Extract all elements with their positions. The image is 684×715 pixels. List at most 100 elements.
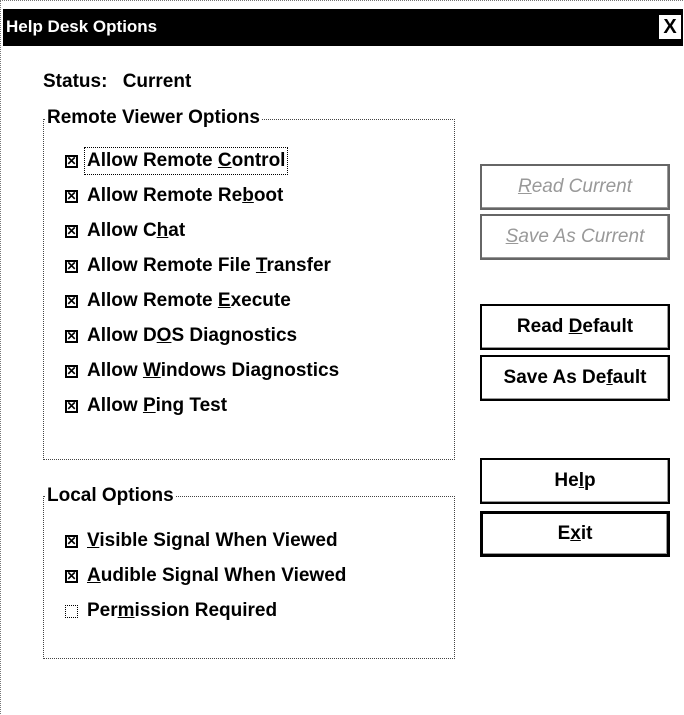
button-label: Save As Current: [506, 226, 645, 248]
label-text-start: E: [557, 523, 571, 544]
label-text-end: oot: [253, 185, 284, 206]
remote-viewer-options-title: Remote Viewer Options: [45, 107, 262, 129]
label-text-start: Allow D: [87, 325, 157, 346]
checkbox-label: Allow Remote Control: [83, 147, 289, 175]
label-text-end: ission Required: [134, 600, 278, 621]
button-label: Save As Default: [504, 367, 647, 389]
checkbox-label: Allow Windows Diagnostics: [87, 360, 339, 382]
read-default-button[interactable]: Read Default: [480, 304, 670, 350]
local-option-checkbox-row[interactable]: Audible Signal When Viewed: [65, 565, 346, 587]
mnemonic-letter: A: [87, 565, 101, 586]
remote-option-checkbox-row[interactable]: Allow Remote Reboot: [65, 185, 283, 207]
mnemonic-letter: P: [142, 395, 156, 416]
label-text-end: p: [583, 470, 596, 491]
checkbox-label: Audible Signal When Viewed: [87, 565, 346, 587]
mnemonic-letter: V: [87, 530, 100, 551]
checkbox-label: Allow Chat: [87, 220, 185, 242]
button-label: Read Current: [518, 176, 632, 198]
window-title: Help Desk Options: [6, 17, 158, 36]
status-line: Status: Current: [43, 71, 191, 93]
checkbox-label: Allow Remote Reboot: [87, 185, 283, 207]
label-text-start: Allow: [87, 395, 143, 416]
label-text-end: isible Signal When Viewed: [99, 530, 338, 551]
label-text-start: He: [554, 470, 579, 491]
label-text-start: Allow C: [87, 220, 157, 241]
checkbox-checked-icon[interactable]: [65, 329, 78, 343]
label-text-start: Allow: [87, 360, 143, 381]
mnemonic-letter: D: [568, 316, 583, 337]
label-text-end: ault: [612, 367, 647, 388]
label-text-end: ing Test: [155, 395, 228, 416]
checkbox-unchecked-icon[interactable]: [65, 604, 78, 618]
close-icon: X: [663, 16, 677, 38]
checkbox-checked-icon[interactable]: [65, 399, 78, 413]
label-text-end: ave As Current: [518, 226, 645, 247]
remote-option-checkbox-row[interactable]: Allow Windows Diagnostics: [65, 360, 339, 382]
button-label: Read Default: [517, 316, 633, 338]
checkbox-checked-icon[interactable]: [65, 569, 78, 583]
mnemonic-letter: x: [570, 523, 581, 544]
save-as-default-button[interactable]: Save As Default: [480, 355, 670, 401]
mnemonic-letter: h: [156, 220, 169, 241]
checkbox-label: Allow Remote File Transfer: [87, 255, 331, 277]
save-as-current-button[interactable]: Save As Current: [480, 214, 670, 260]
label-text-end: xecute: [230, 290, 291, 311]
label-text-end: S Diagnostics: [171, 325, 298, 346]
status-value: Current: [122, 71, 192, 92]
label-text-start: Allow Remote: [87, 290, 218, 311]
mnemonic-letter: S: [505, 226, 519, 247]
mnemonic-letter: E: [217, 290, 231, 311]
title-bar[interactable]: Help Desk Options X: [3, 9, 683, 46]
remote-option-checkbox-row[interactable]: Allow Ping Test: [65, 395, 227, 417]
button-label: Help: [554, 470, 595, 492]
label-text-start: Allow Remote Re: [87, 185, 243, 206]
checkbox-checked-icon[interactable]: [65, 154, 78, 168]
checkbox-checked-icon[interactable]: [65, 259, 78, 273]
close-button[interactable]: X: [659, 15, 681, 39]
mnemonic-letter: b: [242, 185, 254, 206]
checkbox-label: Allow Remote Execute: [87, 290, 291, 312]
remote-option-checkbox-row[interactable]: Allow Remote File Transfer: [65, 255, 331, 277]
checkbox-checked-icon[interactable]: [65, 224, 78, 238]
mnemonic-letter: R: [517, 176, 532, 197]
remote-option-checkbox-row[interactable]: Allow Remote Execute: [65, 290, 291, 312]
local-options-title: Local Options: [45, 485, 176, 507]
checkbox-label: Allow Ping Test: [87, 395, 227, 417]
local-option-checkbox-row[interactable]: Visible Signal When Viewed: [65, 530, 338, 552]
mnemonic-letter: T: [255, 255, 267, 276]
checkbox-label: Visible Signal When Viewed: [87, 530, 338, 552]
status-label: Status:: [43, 71, 108, 92]
mnemonic-letter: m: [117, 600, 135, 621]
checkbox-checked-icon[interactable]: [65, 534, 78, 548]
label-text-end: ransfer: [266, 255, 331, 276]
help-desk-options-dialog: Help Desk Options X Status: Current Remo…: [0, 0, 683, 714]
local-option-checkbox-row[interactable]: Permission Required: [65, 600, 277, 622]
exit-button[interactable]: Exit: [480, 511, 670, 557]
remote-option-checkbox-row[interactable]: Allow Chat: [65, 220, 185, 242]
button-label: Exit: [558, 523, 593, 545]
mnemonic-letter: O: [156, 325, 172, 346]
mnemonic-letter: W: [142, 360, 161, 381]
label-text-end: efault: [582, 316, 634, 337]
help-button[interactable]: Help: [480, 458, 670, 504]
label-text-end: ontrol: [231, 150, 286, 171]
checkbox-label: Permission Required: [87, 600, 277, 622]
label-text-end: indows Diagnostics: [160, 360, 340, 381]
remote-option-checkbox-row[interactable]: Allow Remote Control: [65, 147, 289, 175]
label-text-end: at: [168, 220, 186, 241]
remote-option-checkbox-row[interactable]: Allow DOS Diagnostics: [65, 325, 297, 347]
checkbox-checked-icon[interactable]: [65, 294, 78, 308]
label-text-start: Read: [516, 316, 569, 337]
label-text-start: Allow Remote File: [87, 255, 256, 276]
checkbox-checked-icon[interactable]: [65, 189, 78, 203]
label-text-end: udible Signal When Viewed: [100, 565, 347, 586]
label-text-end: ead Current: [531, 176, 633, 197]
label-text-end: it: [580, 523, 593, 544]
label-text-start: Per: [87, 600, 118, 621]
label-text-start: Save As De: [503, 367, 607, 388]
read-current-button[interactable]: Read Current: [480, 164, 670, 210]
checkbox-label: Allow DOS Diagnostics: [87, 325, 297, 347]
label-text-start: Allow Remote: [87, 150, 218, 171]
checkbox-checked-icon[interactable]: [65, 364, 78, 378]
mnemonic-letter: C: [217, 150, 232, 171]
